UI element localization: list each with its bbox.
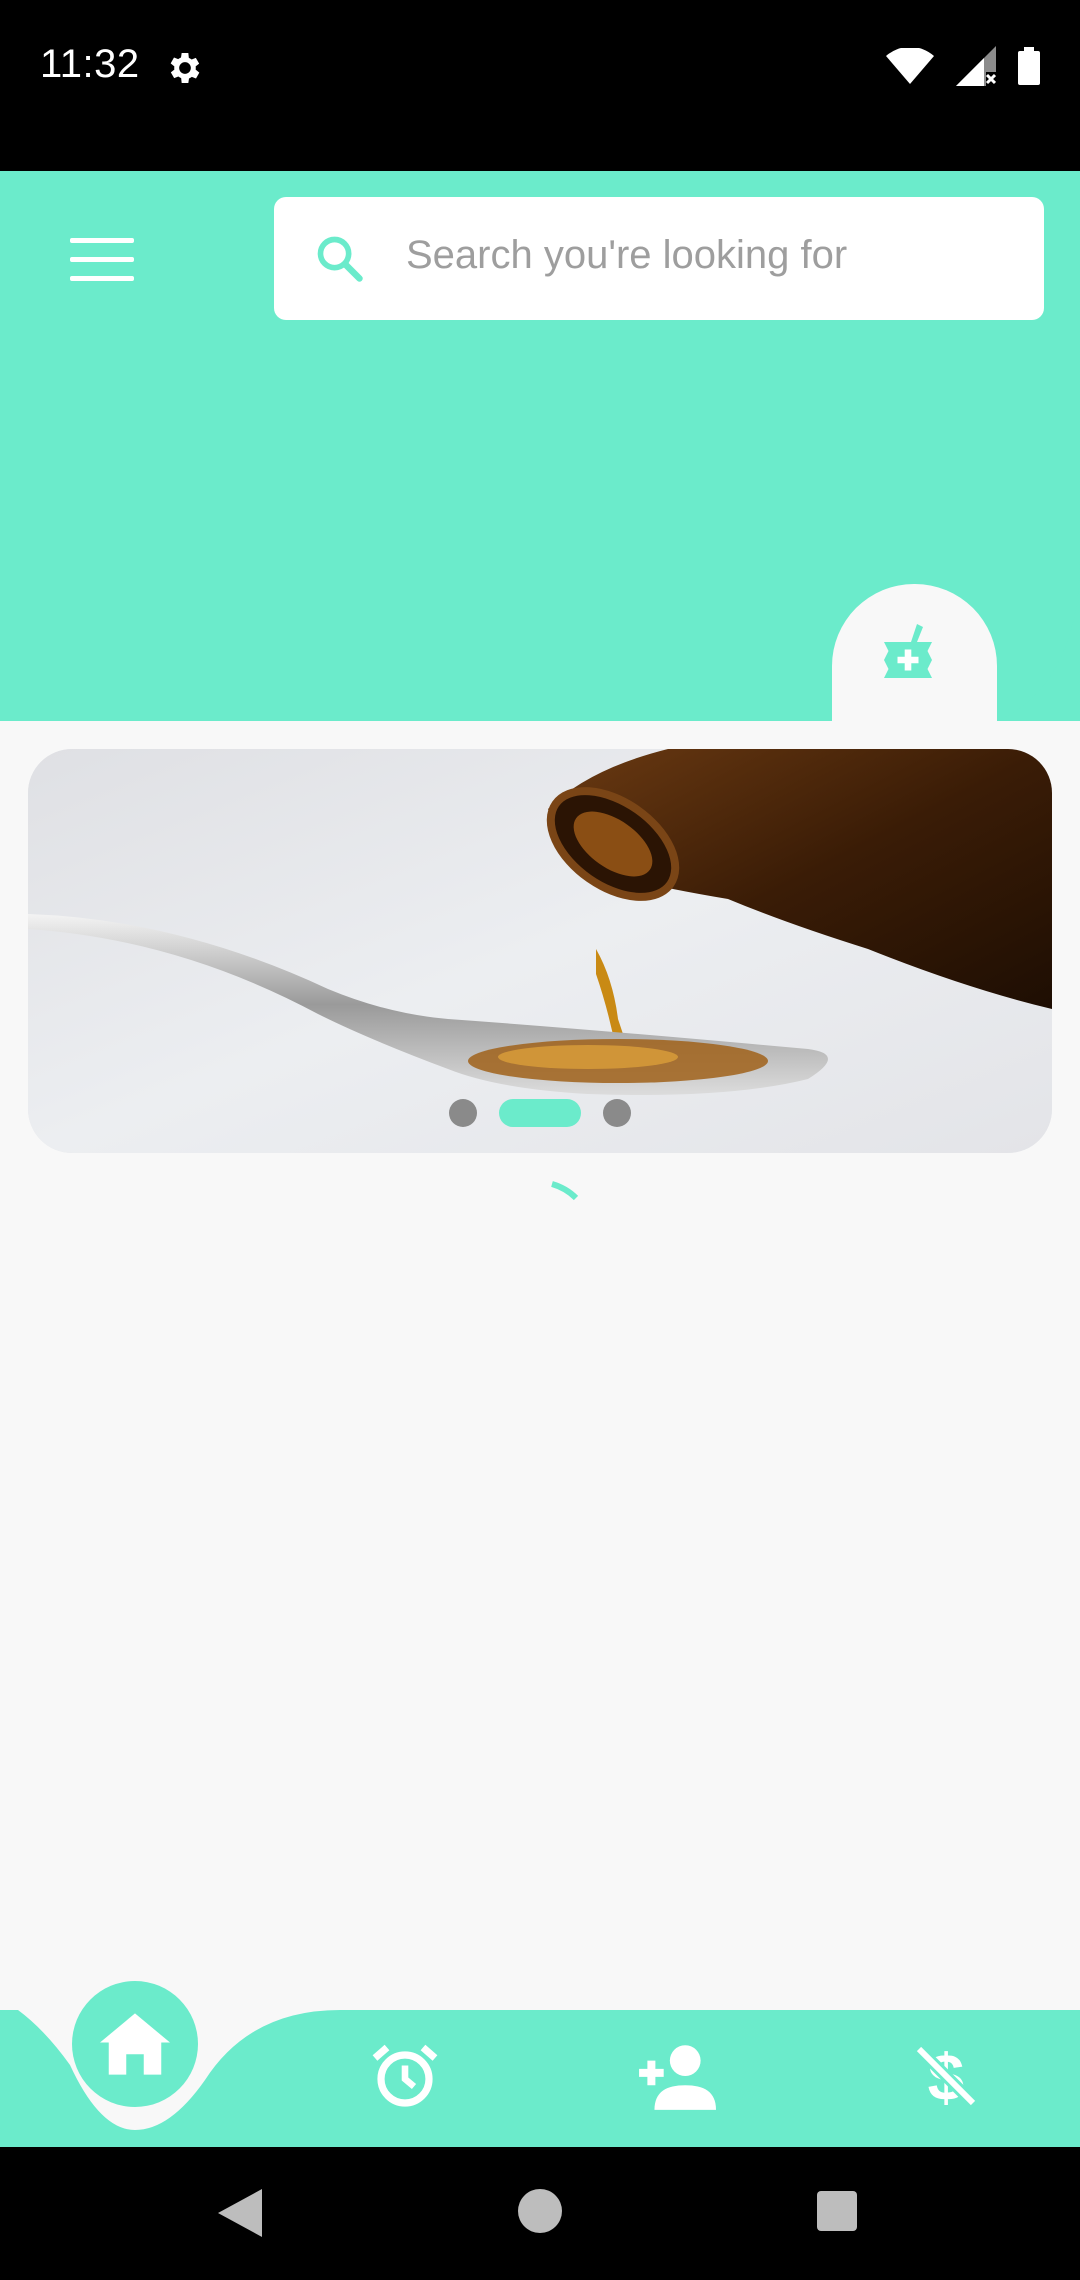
- promo-carousel[interactable]: [28, 749, 1052, 1153]
- search-bar[interactable]: Search you're looking for: [274, 197, 1044, 320]
- search-input[interactable]: Search you're looking for: [406, 233, 847, 278]
- status-icons: [886, 46, 1040, 86]
- carousel-dot-active[interactable]: [499, 1099, 581, 1127]
- add-person-icon[interactable]: [636, 2040, 716, 2112]
- app-root: 11:32 Search you're looking for: [0, 0, 1080, 2280]
- signal-icon: [956, 46, 996, 86]
- home-circle-icon[interactable]: [518, 2189, 562, 2233]
- battery-icon: [1018, 47, 1040, 85]
- loading-spinner: [551, 1181, 579, 1201]
- system-nav-bar: [0, 2147, 1080, 2280]
- hamburger-menu-icon[interactable]: [70, 238, 134, 282]
- home-icon: [100, 2013, 170, 2075]
- status-bar: 11:32: [0, 0, 1080, 171]
- nav-home-button[interactable]: [72, 1981, 198, 2107]
- carousel-dot[interactable]: [603, 1099, 631, 1127]
- alarm-clock-icon[interactable]: [369, 2040, 441, 2112]
- carousel-dots: [28, 1099, 1052, 1127]
- mortar-pestle-icon[interactable]: [872, 618, 944, 690]
- carousel-dot[interactable]: [449, 1099, 477, 1127]
- search-icon: [317, 236, 363, 282]
- back-icon[interactable]: [218, 2189, 262, 2237]
- recents-icon[interactable]: [817, 2191, 857, 2231]
- money-off-icon[interactable]: $: [910, 2040, 982, 2112]
- wifi-icon: [886, 48, 934, 84]
- gear-icon: [170, 53, 200, 83]
- status-time: 11:32: [40, 42, 140, 86]
- syrup-bottle-spoon-image: [28, 749, 1052, 1153]
